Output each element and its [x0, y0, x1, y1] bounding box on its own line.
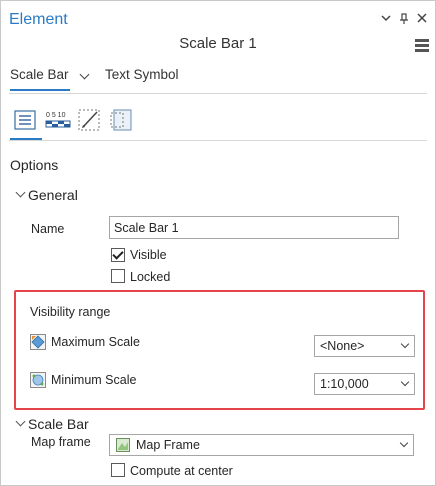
maximum-scale-icon[interactable] — [30, 334, 46, 350]
display-icon[interactable] — [77, 107, 103, 133]
general-heading[interactable]: General — [28, 187, 78, 203]
map-frame-dropdown[interactable]: Map Frame — [109, 434, 414, 456]
divider — [9, 140, 427, 141]
minimum-scale-dropdown[interactable]: 1:10,000 — [314, 373, 415, 395]
element-name-heading: Scale Bar 1 — [179, 35, 257, 52]
map-frame-icon — [116, 438, 130, 452]
minimum-scale-icon[interactable] — [30, 372, 46, 388]
visible-label: Visible — [130, 248, 167, 262]
maximum-scale-dropdown[interactable]: <None> — [314, 335, 415, 357]
chevron-down-icon[interactable] — [15, 187, 26, 198]
minimum-scale-value: 1:10,000 — [320, 377, 369, 391]
pane-title: Element — [9, 11, 68, 28]
tab-scale-bar[interactable]: Scale Bar — [10, 67, 69, 82]
close-icon[interactable] — [417, 13, 427, 26]
options-heading: Options — [10, 157, 59, 173]
chevron-down-icon — [399, 438, 409, 448]
divider — [9, 93, 427, 94]
chevron-down-icon[interactable] — [79, 69, 90, 80]
svg-text:0 5 10: 0 5 10 — [46, 112, 66, 119]
pin-icon[interactable] — [399, 13, 409, 28]
menu-icon[interactable] — [415, 39, 429, 54]
compute-at-center-label: Compute at center — [130, 464, 233, 478]
tab-scale-bar-underline — [10, 89, 70, 91]
locked-label: Locked — [130, 270, 171, 284]
map-frame-label: Map frame — [31, 435, 91, 449]
compute-at-center-checkbox[interactable] — [111, 463, 125, 477]
placement-icon[interactable] — [109, 107, 135, 133]
chevron-down-icon[interactable] — [15, 416, 26, 427]
checkmark-icon — [112, 248, 124, 260]
chevron-down-icon — [400, 339, 410, 349]
chevron-down-icon — [400, 377, 410, 387]
element-pane: Element Scale Bar 1 Scale Bar Text Symbo… — [0, 0, 436, 486]
maximum-scale-value: <None> — [320, 339, 365, 353]
name-label: Name — [31, 222, 65, 236]
locked-checkbox[interactable] — [111, 269, 125, 283]
pane-options-chevron-icon[interactable] — [381, 13, 391, 26]
minimum-scale-label: Minimum Scale — [51, 373, 137, 387]
tab-text-symbol[interactable]: Text Symbol — [105, 67, 179, 82]
visibility-range-heading: Visibility range — [30, 305, 111, 319]
scale-bar-properties-icon[interactable]: 0 5 10 — [45, 107, 71, 133]
visible-checkbox[interactable] — [111, 248, 125, 262]
maximum-scale-label: Maximum Scale — [51, 335, 140, 349]
scale-bar-heading[interactable]: Scale Bar — [28, 416, 89, 432]
map-frame-value: Map Frame — [136, 438, 200, 452]
name-input[interactable]: Scale Bar 1 — [109, 216, 399, 239]
options-icon[interactable] — [13, 107, 39, 133]
